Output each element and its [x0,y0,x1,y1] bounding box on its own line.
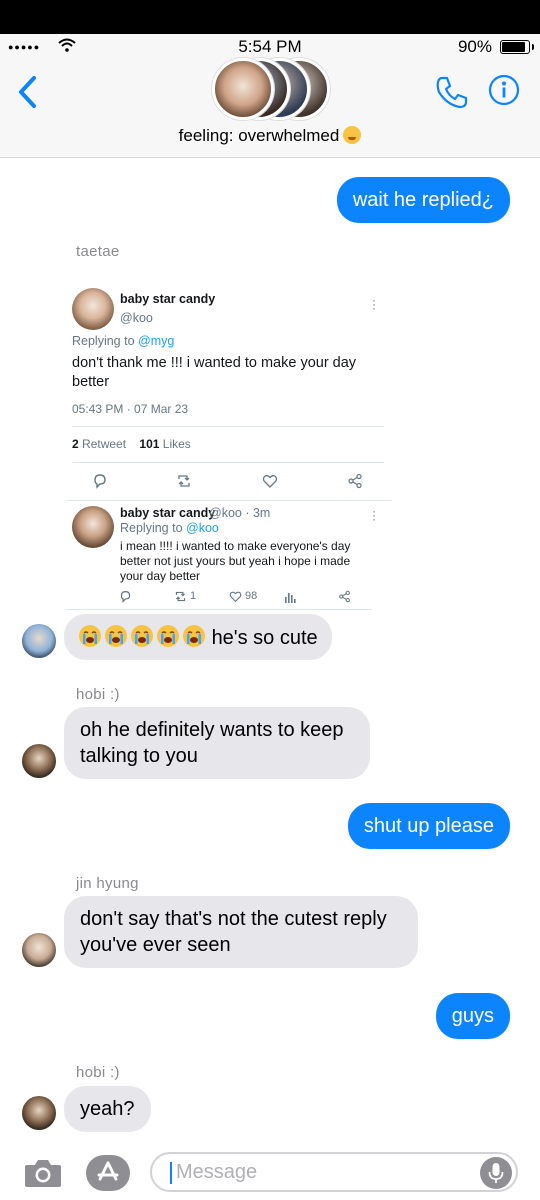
battery-icon [500,40,534,54]
incoming-message[interactable]: don't say that's not the cutest reply yo… [64,896,418,968]
sender-avatar [22,624,56,658]
outgoing-message[interactable]: guys [435,993,510,1039]
back-chevron-icon[interactable] [14,72,40,112]
divider [66,609,372,610]
retweet-icon [178,475,190,487]
text-caret [170,1162,172,1184]
incoming-message[interactable]: yeah? [64,1086,151,1132]
sender-avatar [22,933,56,967]
conversation-header: ●●●●● 5:54 PM 90% feeling: overwhelmed [0,34,540,158]
like-icon [262,475,278,488]
message-input-bar: Message [0,1143,540,1200]
microphone-icon[interactable] [480,1157,512,1189]
analytics-icon [285,593,296,603]
top-black-bar [0,0,540,34]
status-bar: ●●●●● 5:54 PM 90% [0,34,540,60]
reply-icon [120,591,131,603]
retweet-icon [175,591,186,602]
sender-avatar [22,1096,56,1130]
sender-name: taetae [76,243,120,260]
crying-emoji-row [78,623,206,656]
reply-retweet-count: 1 [190,590,197,602]
divider [66,500,392,501]
incoming-message[interactable]: oh he definitely wants to keep talking t… [64,707,370,779]
tweet-author-handle: @koo [120,311,153,325]
reply-handle-time: @koo · 3m [209,506,271,520]
more-options-icon: · · · [372,293,376,315]
divider [72,462,384,463]
tweet-timestamp: 05:43 PM · 07 Mar 23 [72,402,189,416]
tweet-avatar [72,288,114,330]
reply-author-name: baby star candy [120,506,216,520]
tweet-replying-to: Replying to @myg [72,334,175,348]
share-icon [348,473,362,489]
sender-avatar [22,744,56,778]
incoming-message[interactable]: he's so cute [64,614,332,660]
avatar [212,58,274,120]
reply-avatar [72,506,114,548]
app-store-icon[interactable] [86,1155,130,1191]
message-placeholder: Message [176,1161,258,1183]
divider [72,426,384,427]
group-name[interactable]: feeling: overwhelmed [0,126,540,146]
info-icon[interactable] [488,74,520,106]
reply-replying-to: Replying to @koo [120,521,219,535]
tweet-author-name: baby star candy [120,292,216,306]
tweet-screenshot-image[interactable]: baby star candy @koo · · · Replying to @my… [64,278,394,612]
camera-icon[interactable] [24,1158,62,1188]
outgoing-message[interactable]: shut up please [347,803,510,849]
reply-like-count: 98 [245,590,258,602]
reply-text: i mean !!!! i wanted to make everyone's … [120,539,351,583]
like-icon [229,591,242,603]
sender-name: hobi :) [76,686,120,703]
outgoing-message[interactable]: wait he replied¿ [336,177,510,223]
flushed-face-emoji [343,126,362,144]
more-options-icon: · · · [372,504,376,526]
sender-name: hobi :) [76,1064,120,1081]
group-avatars[interactable] [210,58,330,120]
message-input[interactable]: Message [150,1152,518,1192]
share-icon [339,590,350,603]
reply-icon [94,474,106,489]
tweet-text: don't thank me !!! i wanted to make your… [72,355,357,390]
sender-name: jin hyung [76,875,139,892]
tweet-stats: 2 Retweet 101 Likes [72,437,191,451]
phone-icon[interactable] [434,74,470,110]
battery-percent: 90% [457,37,492,56]
